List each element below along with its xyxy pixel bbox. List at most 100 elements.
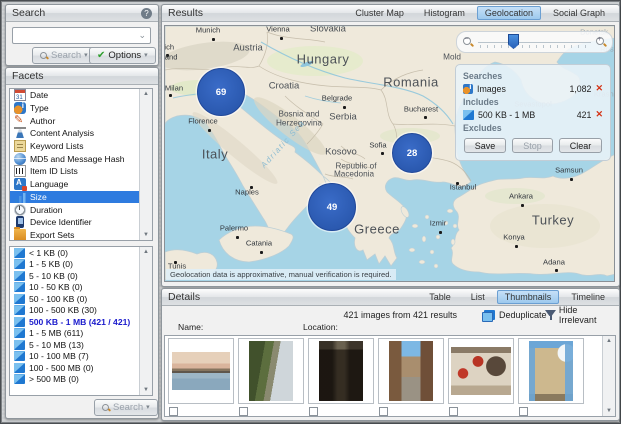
scroll-up-icon[interactable]: ▲	[606, 336, 612, 346]
scroll-up-icon[interactable]: ▲	[143, 247, 149, 257]
save-button[interactable]: Save	[464, 138, 507, 153]
cluster-marker-28[interactable]: 28	[392, 133, 432, 173]
facet-list: Date TypeAuthorContent AnalysisKeyword Li…	[9, 88, 153, 241]
search-panel-title: Search	[12, 7, 45, 19]
scroll-down-icon[interactable]: ▼	[143, 230, 149, 240]
thumbnail-checkbox[interactable]	[449, 407, 458, 416]
facets-search-button[interactable]: Search ▾	[94, 399, 158, 416]
size-bucket-icon	[14, 363, 25, 373]
query-overlay: Searches Images1,082✕ Includes 500 KB - …	[455, 64, 611, 161]
details-panel: Details TableListThumbnailsTimeline 421 …	[161, 288, 620, 421]
size-value-item[interactable]: 1 - 5 MB (611)	[10, 328, 152, 340]
thumbnail-old-town-street-photo[interactable]	[308, 338, 374, 404]
facet-item-export-sets[interactable]: Export Sets	[10, 229, 152, 241]
thumbnail-flower-street-photo[interactable]	[238, 338, 304, 404]
size-value-item[interactable]: 5 - 10 KB (0)	[10, 270, 152, 282]
thumbnail-cathedral-photo[interactable]	[518, 338, 584, 404]
size-bucket-icon	[14, 305, 25, 315]
size-value-label: < 1 KB (0)	[29, 248, 68, 258]
thumbnail-checkbox[interactable]	[169, 407, 178, 416]
geolocation-disclaimer: Geolocation data is approximative, manua…	[166, 269, 396, 280]
thumbnail-flower-house-photo[interactable]	[448, 338, 514, 404]
facet-item-content-analysis[interactable]: Content Analysis	[10, 127, 152, 140]
facet-item-type[interactable]: Type	[10, 102, 152, 115]
facet-item-keyword-lists[interactable]: Keyword Lists	[10, 140, 152, 153]
size-value-item[interactable]: 10 - 100 MB (7)	[10, 351, 152, 363]
facet-item-author[interactable]: Author	[10, 114, 152, 127]
size-bucket-icon	[14, 328, 25, 338]
location-label: Location:	[303, 322, 338, 332]
facet-item-duration[interactable]: Duration	[10, 203, 152, 216]
scroll-up-icon[interactable]: ▲	[143, 89, 149, 99]
geolocation-map[interactable]: HungaryRomaniaItalyGreeceTurkeyAustriaSl…	[164, 25, 615, 282]
search-button[interactable]: Search ▾	[32, 47, 96, 64]
size-value-item[interactable]: 50 - 100 KB (0)	[10, 293, 152, 305]
thumbnail-scrollbar[interactable]: ▲▼	[602, 336, 615, 416]
zoom-slider[interactable]	[478, 32, 591, 52]
size-value-item[interactable]: 5 - 10 MB (13)	[10, 339, 152, 351]
includes-header: Includes	[463, 97, 603, 107]
zoom-in-icon[interactable]: +	[596, 37, 606, 47]
tab-thumbnails[interactable]: Thumbnails	[497, 290, 560, 304]
stop-button[interactable]: Stop	[512, 138, 553, 153]
magnifier-icon	[102, 404, 110, 412]
cluster-marker-69[interactable]: 69	[197, 68, 245, 116]
facet-item-item-id-lists[interactable]: Item ID Lists	[10, 165, 152, 178]
search-input[interactable]: ⌄	[12, 27, 151, 44]
size-value-item[interactable]: 1 - 5 KB (0)	[10, 259, 152, 271]
facet-item-date[interactable]: Date	[10, 89, 152, 102]
size-value-label: 5 - 10 MB (13)	[29, 340, 84, 350]
tab-social-graph[interactable]: Social Graph	[545, 6, 613, 20]
clear-button[interactable]: Clear	[559, 138, 603, 153]
tab-timeline[interactable]: Timeline	[563, 290, 613, 304]
size-bucket-icon	[14, 271, 25, 281]
size-value-item[interactable]: > 500 MB (0)	[10, 374, 152, 386]
facet-item-device-identifier[interactable]: Device Identifier	[10, 216, 152, 229]
thumbnail-checkbox[interactable]	[309, 407, 318, 416]
size-value-label: 10 - 50 KB (0)	[29, 282, 83, 292]
remove-icon[interactable]: ✕	[595, 83, 603, 94]
help-icon[interactable]: ?	[141, 8, 152, 19]
zoom-out-icon[interactable]: −	[463, 37, 473, 47]
scroll-down-icon[interactable]: ▼	[606, 406, 612, 416]
facet-item-label: Date	[30, 90, 48, 100]
size-list-scrollbar[interactable]: ▲▼	[139, 247, 152, 395]
thumbnail-checkbox[interactable]	[239, 407, 248, 416]
size-value-item[interactable]: 100 - 500 KB (30)	[10, 305, 152, 317]
facet-item-md5-and-message-hash[interactable]: MD5 and Message Hash	[10, 152, 152, 165]
thumbnail-checkbox[interactable]	[379, 407, 388, 416]
size-value-item[interactable]: 10 - 50 KB (0)	[10, 282, 152, 294]
thumbnail-coastal-sunset-photo[interactable]	[168, 338, 234, 404]
dropdown-caret-icon: ▾	[144, 52, 148, 59]
tab-cluster-map[interactable]: Cluster Map	[347, 6, 412, 20]
facet-item-language[interactable]: Language	[10, 178, 152, 191]
deduplicate-button[interactable]: Deduplicate	[484, 310, 547, 320]
include-filter: 500 KB - 1 MB421✕	[463, 108, 603, 121]
results-summary: 421 images from 421 results	[343, 310, 457, 320]
application-window: Search ? ⌄ Search ▾ ✔ Options ▾ Facets D…	[0, 0, 621, 424]
tab-table[interactable]: Table	[421, 290, 459, 304]
scroll-down-icon[interactable]: ▼	[143, 385, 149, 395]
map-city-dot	[250, 186, 253, 189]
tab-geolocation[interactable]: Geolocation	[477, 6, 541, 20]
facet-item-size[interactable]: Size	[10, 191, 152, 204]
size-bucket-icon	[14, 259, 25, 269]
tab-histogram[interactable]: Histogram	[416, 6, 473, 20]
thumbnail-checkbox[interactable]	[519, 407, 528, 416]
size-value-item[interactable]: < 1 KB (0)	[10, 247, 152, 259]
tab-list[interactable]: List	[463, 290, 493, 304]
funnel-icon	[545, 309, 556, 320]
facet-list-scrollbar[interactable]: ▲▼	[139, 89, 152, 240]
results-tabs: Cluster Map Histogram Geolocation Social Gr…	[347, 5, 613, 21]
options-button[interactable]: ✔ Options ▾	[89, 47, 156, 64]
thumbnail-cobbled-alley-photo[interactable]	[378, 338, 444, 404]
cluster-marker-49[interactable]: 49	[308, 183, 356, 231]
size-value-item[interactable]: 100 - 500 MB (0)	[10, 362, 152, 374]
remove-icon[interactable]: ✕	[595, 109, 603, 120]
clock-icon	[14, 204, 26, 216]
search-query: Images1,082✕	[463, 82, 603, 95]
chevron-down-icon[interactable]: ⌄	[138, 30, 146, 41]
size-value-item[interactable]: 500 KB - 1 MB (421 / 421)	[10, 316, 152, 328]
map-city-dot	[208, 129, 211, 132]
facets-panel-header: Facets	[6, 68, 158, 85]
